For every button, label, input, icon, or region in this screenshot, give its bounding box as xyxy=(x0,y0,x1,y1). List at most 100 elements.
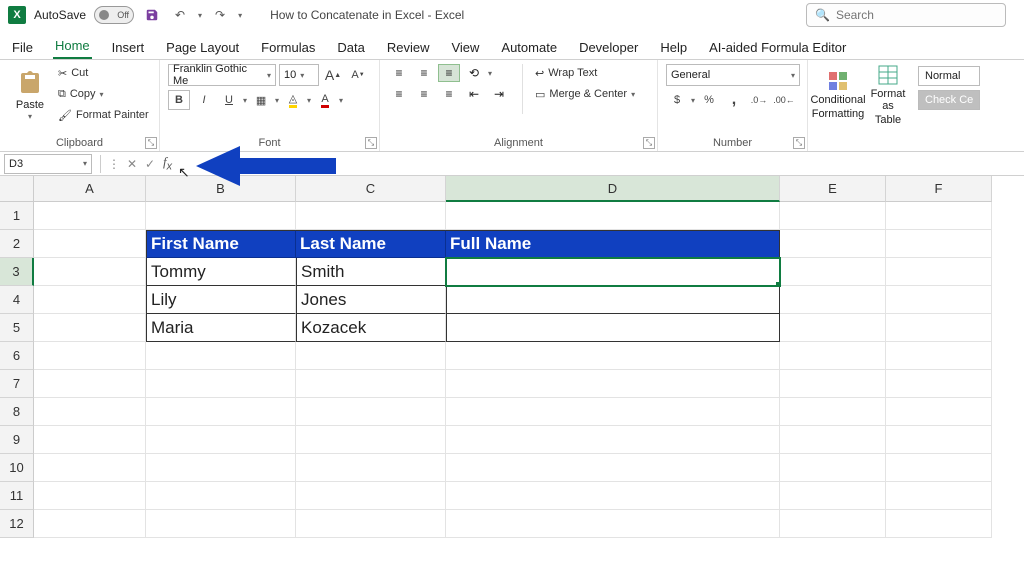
cell[interactable] xyxy=(34,258,146,286)
decrease-indent-button[interactable]: ⇤ xyxy=(463,85,485,103)
grow-font-button[interactable]: A▲ xyxy=(322,65,344,85)
cell[interactable] xyxy=(446,370,780,398)
borders-button[interactable]: ▦ xyxy=(250,90,272,110)
row-header-11[interactable]: 11 xyxy=(0,482,34,510)
formula-input[interactable] xyxy=(176,154,1024,174)
col-header-b[interactable]: B xyxy=(146,176,296,202)
tab-home[interactable]: Home xyxy=(53,34,92,59)
font-name-combo[interactable]: Franklin Gothic Me▾ xyxy=(168,64,276,86)
cell-header-last-name[interactable]: Last Name xyxy=(296,230,446,258)
cell[interactable] xyxy=(886,510,992,538)
cell[interactable] xyxy=(146,426,296,454)
cell[interactable] xyxy=(296,342,446,370)
cell[interactable] xyxy=(296,370,446,398)
align-left-button[interactable]: ≡ xyxy=(388,85,410,103)
cell-selected[interactable] xyxy=(446,258,780,286)
name-box[interactable]: D3▾ xyxy=(4,154,92,174)
row-header-10[interactable]: 10 xyxy=(0,454,34,482)
cell-header-first-name[interactable]: First Name xyxy=(146,230,296,258)
tab-formulas[interactable]: Formulas xyxy=(259,36,317,59)
cell[interactable] xyxy=(34,314,146,342)
cell[interactable] xyxy=(886,202,992,230)
number-format-combo[interactable]: General▾ xyxy=(666,64,800,86)
underline-button[interactable]: U xyxy=(218,90,240,110)
cell[interactable] xyxy=(146,202,296,230)
cell[interactable] xyxy=(34,230,146,258)
cell[interactable] xyxy=(780,342,886,370)
cell[interactable] xyxy=(34,398,146,426)
bold-button[interactable]: B xyxy=(168,90,190,110)
fill-color-button[interactable]: ◬ xyxy=(282,90,304,110)
cell[interactable] xyxy=(34,286,146,314)
cell[interactable] xyxy=(146,342,296,370)
align-center-button[interactable]: ≡ xyxy=(413,85,435,103)
search-box[interactable]: 🔍 xyxy=(806,3,1006,27)
conditional-formatting-button[interactable]: ConditionalFormatting xyxy=(816,64,860,126)
cell[interactable] xyxy=(780,286,886,314)
style-check-cell[interactable]: Check Ce xyxy=(918,90,980,110)
increase-decimal-button[interactable]: .0→ xyxy=(748,90,770,110)
cell[interactable] xyxy=(780,230,886,258)
format-painter-button[interactable]: 🖌Format Painter xyxy=(58,106,149,124)
cell[interactable]: Smith xyxy=(296,258,446,286)
tab-developer[interactable]: Developer xyxy=(577,36,640,59)
cell[interactable] xyxy=(34,510,146,538)
autosave-toggle[interactable]: Off xyxy=(94,6,134,24)
merge-center-button[interactable]: ▭Merge & Center▾ xyxy=(535,85,635,103)
cell[interactable] xyxy=(780,454,886,482)
col-header-e[interactable]: E xyxy=(780,176,886,202)
cell-header-full-name[interactable]: Full Name xyxy=(446,230,780,258)
cell[interactable] xyxy=(34,426,146,454)
cell[interactable] xyxy=(296,510,446,538)
cell[interactable] xyxy=(886,426,992,454)
select-all-corner[interactable] xyxy=(0,176,34,202)
fx-icon[interactable]: fx xyxy=(163,154,172,173)
tab-page-layout[interactable]: Page Layout xyxy=(164,36,241,59)
save-button[interactable] xyxy=(142,5,162,25)
number-dialog-launcher[interactable]: ⤡ xyxy=(793,137,805,149)
currency-button[interactable]: $ xyxy=(666,90,688,110)
cell[interactable] xyxy=(446,342,780,370)
cell[interactable] xyxy=(886,398,992,426)
undo-more-icon[interactable]: ▾ xyxy=(198,11,202,20)
cell[interactable]: Kozacek xyxy=(296,314,446,342)
cell[interactable] xyxy=(146,510,296,538)
cell[interactable] xyxy=(34,202,146,230)
redo-button[interactable]: ↷ xyxy=(210,5,230,25)
chevron-down-icon[interactable]: ▾ xyxy=(243,96,247,105)
cell[interactable] xyxy=(886,454,992,482)
col-header-c[interactable]: C xyxy=(296,176,446,202)
cell[interactable] xyxy=(886,342,992,370)
cell[interactable] xyxy=(886,230,992,258)
cell[interactable] xyxy=(780,510,886,538)
search-input[interactable] xyxy=(836,8,997,22)
row-header-3[interactable]: 3 xyxy=(0,258,34,286)
cell[interactable] xyxy=(34,482,146,510)
cut-button[interactable]: ✂Cut xyxy=(58,64,149,82)
cell[interactable] xyxy=(296,482,446,510)
shrink-font-button[interactable]: A▼ xyxy=(347,65,369,85)
align-right-button[interactable]: ≡ xyxy=(438,85,460,103)
row-header-6[interactable]: 6 xyxy=(0,342,34,370)
align-top-button[interactable]: ≡ xyxy=(388,64,410,82)
copy-button[interactable]: ⧉Copy▾ xyxy=(58,85,149,103)
cell[interactable]: Jones xyxy=(296,286,446,314)
format-as-table-button[interactable]: Format asTable xyxy=(866,64,910,126)
cell[interactable] xyxy=(780,426,886,454)
font-dialog-launcher[interactable]: ⤡ xyxy=(365,137,377,149)
cell[interactable] xyxy=(446,202,780,230)
cell[interactable] xyxy=(780,370,886,398)
paste-button[interactable]: Paste ▾ xyxy=(8,64,52,126)
cell[interactable] xyxy=(446,314,780,342)
row-header-1[interactable]: 1 xyxy=(0,202,34,230)
cell[interactable] xyxy=(886,258,992,286)
cell[interactable] xyxy=(446,482,780,510)
redo-more-icon[interactable]: ▾ xyxy=(238,11,242,20)
tab-file[interactable]: File xyxy=(10,36,35,59)
cell[interactable] xyxy=(146,398,296,426)
clipboard-dialog-launcher[interactable]: ⤡ xyxy=(145,137,157,149)
cell[interactable] xyxy=(146,454,296,482)
wrap-text-button[interactable]: ↩Wrap Text xyxy=(535,64,635,82)
tab-ai-editor[interactable]: AI-aided Formula Editor xyxy=(707,36,848,59)
cell[interactable] xyxy=(296,454,446,482)
